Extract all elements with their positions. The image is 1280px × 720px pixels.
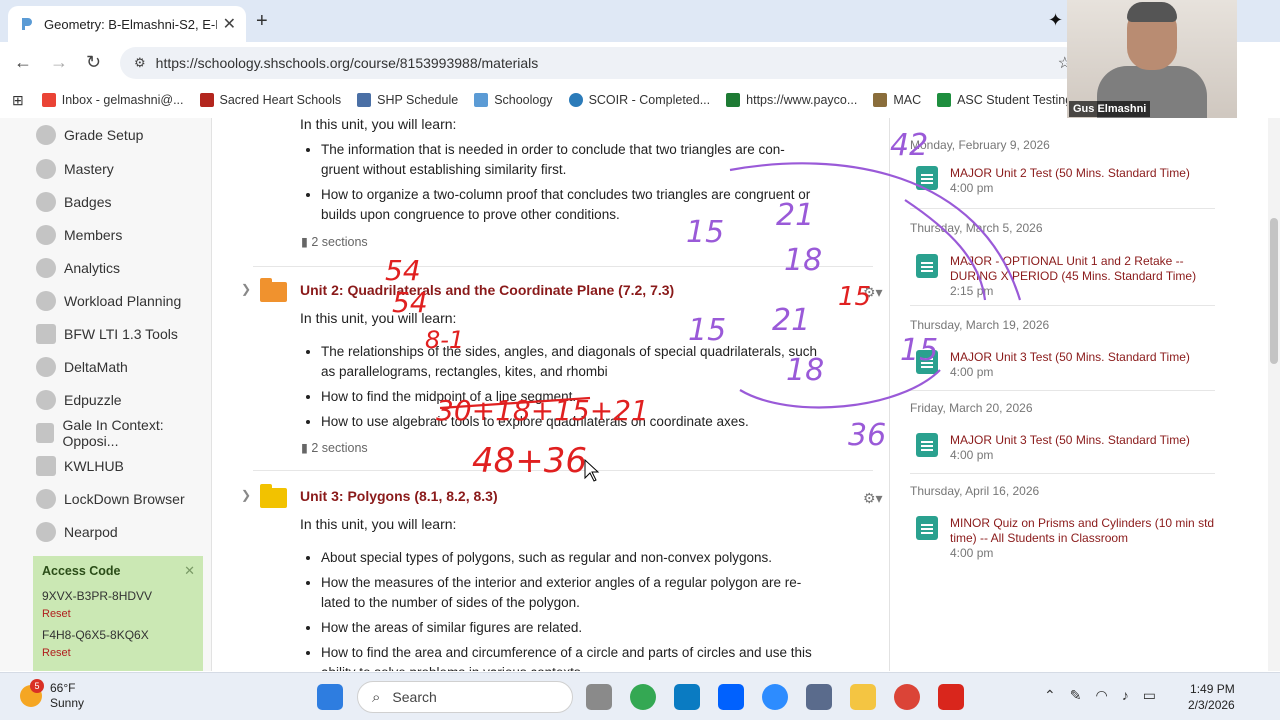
zoom-icon[interactable] xyxy=(762,684,788,710)
volume-icon[interactable]: ♪ xyxy=(1122,687,1129,704)
purple-note: 18 xyxy=(784,243,822,278)
taskbar-search[interactable]: ⌕ Search xyxy=(357,681,573,713)
wifi-icon[interactable]: ◠ xyxy=(1095,687,1107,704)
sun-icon: 5 xyxy=(20,679,44,707)
date: 2/3/2026 xyxy=(1188,698,1235,712)
windows-start-icon[interactable] xyxy=(317,684,343,710)
red-note: 54 xyxy=(385,254,421,287)
search-icon: ⌕ xyxy=(372,688,381,706)
task-view-icon[interactable] xyxy=(586,684,612,710)
clock[interactable]: 1:49 PM 2/3/2026 xyxy=(1188,681,1235,713)
chrome-icon[interactable] xyxy=(630,684,656,710)
purple-note: 21 xyxy=(772,303,810,338)
acrobat-icon[interactable] xyxy=(938,684,964,710)
battery-icon[interactable]: ▭ xyxy=(1143,687,1156,704)
purple-note: 15 xyxy=(900,333,938,368)
red-note: 48+36 xyxy=(472,441,587,481)
pen-icon[interactable]: ✎ xyxy=(1070,687,1082,704)
weather-widget[interactable]: 5 66°F Sunny xyxy=(20,679,85,711)
purple-note: 18 xyxy=(786,353,824,388)
purple-ink: 42 15 21 18 15 21 18 15 36 xyxy=(686,128,938,453)
red-note: 54 xyxy=(392,286,428,319)
red-note: 8-1 xyxy=(425,326,464,354)
red-note: 15 xyxy=(838,282,871,312)
windows-taskbar: 5 66°F Sunny ⌕ Search ⌃ ✎ ◠ ♪ ▭ 1:49 PM 2… xyxy=(0,672,1280,720)
time: 1:49 PM xyxy=(1190,682,1235,696)
purple-curve xyxy=(729,162,1022,301)
search-placeholder: Search xyxy=(392,689,437,705)
weather-badge: 5 xyxy=(30,679,44,693)
chevron-up-icon[interactable]: ⌃ xyxy=(1044,687,1056,704)
system-tray: ⌃ ✎ ◠ ♪ ▭ xyxy=(1044,687,1170,704)
purple-note: 36 xyxy=(848,418,886,453)
purple-note: 42 xyxy=(890,128,928,163)
purple-note: 21 xyxy=(776,198,814,233)
chrome-profile-icon[interactable] xyxy=(894,684,920,710)
dropbox-icon[interactable] xyxy=(718,684,744,710)
temperature: 66°F xyxy=(50,681,76,695)
pen-annotations: 54 54 8-1 30+18+15+21 48+36 15 42 15 21 … xyxy=(385,128,1022,482)
purple-curve xyxy=(904,199,987,301)
purple-note: 15 xyxy=(688,313,726,348)
weather-condition: Sunny xyxy=(50,696,85,710)
red-note: 30+18+15+21 xyxy=(436,394,649,427)
purple-curve xyxy=(739,369,941,409)
annotation-strokes xyxy=(439,162,1022,410)
presentation-app-icon[interactable] xyxy=(806,684,832,710)
purple-note: 15 xyxy=(686,215,724,250)
monitor-app-icon[interactable] xyxy=(674,684,700,710)
file-explorer-icon[interactable] xyxy=(850,684,876,710)
